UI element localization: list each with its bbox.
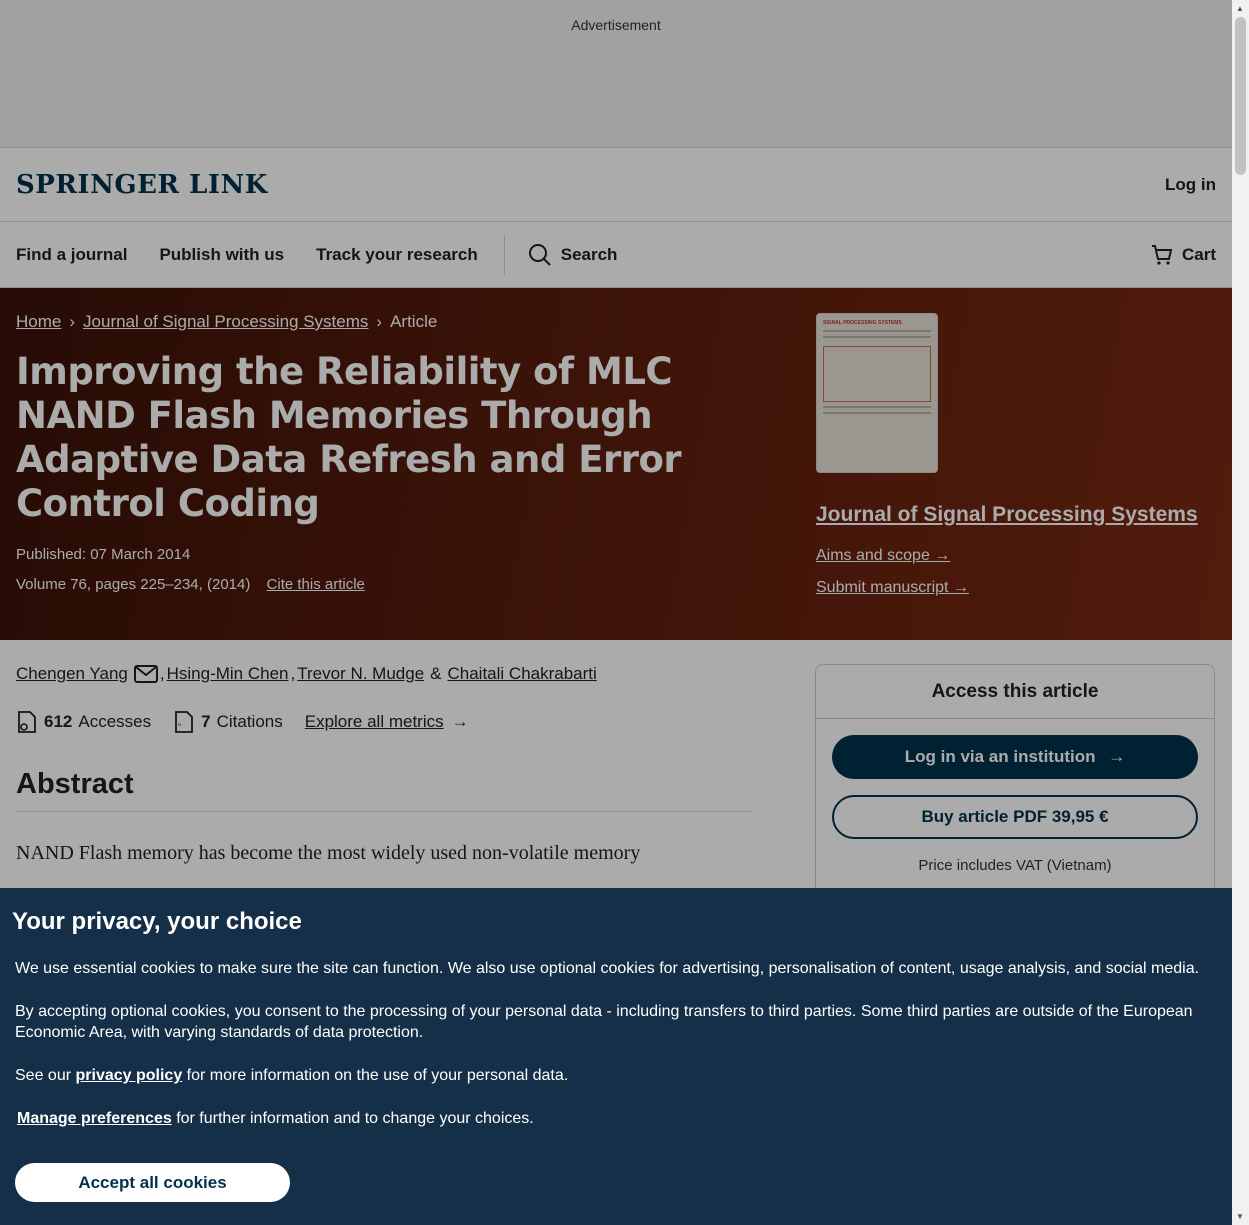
manage-preferences-line: Manage preferences for further informati…	[17, 1108, 1217, 1129]
vertical-scrollbar[interactable]: ▲ ▼	[1232, 0, 1249, 1225]
modal-backdrop	[0, 0, 1232, 888]
privacy-suffix: for more information on the use of your …	[186, 1067, 569, 1084]
cookie-banner-consent-text: By accepting optional cookies, you conse…	[15, 1003, 1193, 1041]
scroll-down-icon[interactable]: ▼	[1236, 1212, 1244, 1221]
scrollbar-thumb[interactable]	[1235, 17, 1246, 175]
privacy-prefix: See our	[15, 1067, 72, 1084]
scroll-up-icon[interactable]: ▲	[1236, 4, 1244, 13]
privacy-policy-link[interactable]: privacy policy	[76, 1067, 183, 1084]
cookie-banner: Your privacy, your choice We use essenti…	[0, 888, 1232, 1225]
cookie-banner-text: We use essential cookies to make sure th…	[15, 960, 1200, 977]
manage-preferences-suffix: for further information and to change yo…	[176, 1110, 534, 1127]
privacy-policy-line: See our privacy policy for more informat…	[15, 1065, 1217, 1086]
manage-preferences-link[interactable]: Manage preferences	[17, 1110, 172, 1127]
cookie-banner-title: Your privacy, your choice	[12, 908, 302, 935]
accept-cookies-button[interactable]: Accept all cookies	[15, 1163, 290, 1202]
page: Advertisement SPRINGER LINK Log in Find …	[0, 0, 1232, 1225]
